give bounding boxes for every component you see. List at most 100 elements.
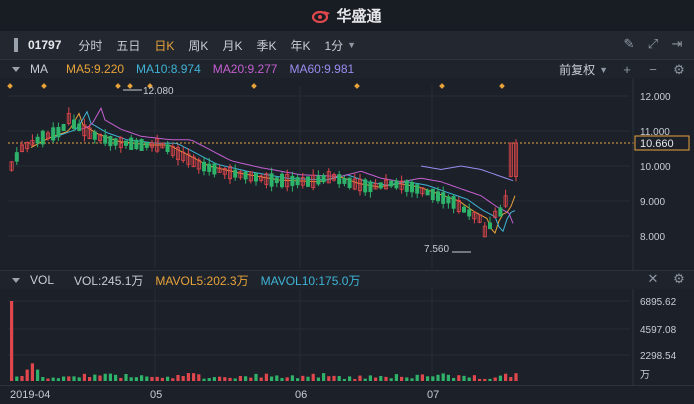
volume-bar [72, 376, 76, 381]
volume-bar [514, 373, 518, 381]
candle-body [103, 134, 108, 144]
volume-bar [103, 373, 107, 381]
volume-bar [207, 378, 211, 381]
candle-body [14, 152, 19, 162]
tab-quarterly-k[interactable]: 季K [249, 37, 283, 54]
volume-bar [259, 377, 263, 381]
volume-bar [296, 378, 300, 381]
candle-body [253, 173, 258, 182]
tab-minute[interactable]: 分时 [71, 37, 109, 54]
event-marker[interactable] [115, 83, 121, 89]
volume-bar [181, 376, 185, 381]
candle-body [342, 178, 347, 184]
candle-body [347, 177, 352, 189]
volume-bar [457, 375, 461, 381]
candle-body [451, 196, 456, 209]
volume-bar [270, 376, 274, 381]
candle-body [113, 138, 118, 146]
period-toolbar: 01797 分时 五日 日K 周K 月K 季K 年K 1分 ▼ ✎ ⤢ ⇥ [0, 31, 694, 60]
event-marker[interactable] [7, 83, 13, 89]
add-indicator-icon[interactable]: + [620, 62, 634, 77]
tab-daily-k[interactable]: 日K [147, 37, 181, 54]
candle-body [129, 137, 134, 150]
event-marker[interactable] [499, 83, 505, 89]
event-marker[interactable] [41, 83, 47, 89]
volume-bar [337, 376, 341, 381]
volume-bar [446, 374, 450, 381]
candle-body [233, 169, 238, 178]
volume-bar [342, 378, 346, 381]
candle-body [305, 176, 310, 187]
ma5-value: MA5:9.220 [66, 62, 125, 76]
volume-bar [93, 374, 97, 381]
volume-bar [504, 373, 508, 381]
volume-bar [46, 378, 50, 381]
close-icon[interactable]: ✕ [646, 272, 660, 286]
volume-bar [467, 377, 471, 381]
tab-weekly-k[interactable]: 周K [181, 37, 215, 54]
candle-body [269, 173, 274, 187]
volume-bar [25, 369, 29, 381]
candle-body [144, 142, 149, 148]
indicator-label[interactable]: MA [30, 62, 48, 76]
vol-axis: 6895.62 4597.08 2298.54 万 [632, 289, 677, 385]
volume-bar [171, 378, 175, 381]
candle-body [378, 182, 383, 189]
candle-body [165, 144, 170, 152]
volume-bars [10, 301, 518, 381]
stock-code: 01797 [28, 38, 62, 52]
event-marker[interactable] [127, 83, 133, 89]
collapse-triangle-icon[interactable] [12, 66, 20, 72]
settings-gear-icon[interactable]: ⚙ [672, 62, 686, 77]
vol-indicator-label[interactable]: VOL [30, 273, 54, 287]
volume-bar [400, 376, 404, 381]
volume-bar [62, 376, 66, 381]
current-price-value: 10.660 [640, 138, 674, 150]
vol-tick-low: 2298.54 [640, 351, 677, 362]
volume-bar [166, 376, 170, 381]
event-marker[interactable] [251, 83, 257, 89]
volume-bar [145, 376, 149, 381]
volume-bar [228, 377, 232, 381]
event-marker[interactable] [354, 83, 360, 89]
volume-bar [483, 378, 487, 381]
draw-pen-icon[interactable]: ✎ [622, 37, 636, 51]
volume-chart[interactable]: 6895.62 4597.08 2298.54 万 [0, 289, 694, 385]
volume-bar [218, 376, 222, 381]
vol-legend-bar: VOL VOL:245.1万 MAVOL5:202.3万 MAVOL10:175… [0, 270, 694, 289]
candle-body [35, 136, 40, 144]
tab-yearly-k[interactable]: 年K [283, 37, 317, 54]
volume-bar [129, 377, 133, 381]
chevron-down-icon: ▼ [599, 64, 608, 75]
tab-monthly-k[interactable]: 月K [215, 37, 249, 54]
volume-bar [82, 373, 86, 381]
candle-body [425, 189, 430, 196]
volume-bar [290, 375, 294, 381]
volume-bar [420, 374, 424, 381]
collapse-panel-icon[interactable]: ⇥ [670, 37, 684, 51]
volume-bar [30, 363, 34, 381]
volume-bar [186, 373, 190, 381]
minus-indicator-icon[interactable]: − [646, 62, 660, 77]
candle-body [201, 161, 206, 172]
date-axis: 2019-04 05 06 07 [0, 385, 694, 404]
vol-tick-mid: 4597.08 [640, 325, 677, 336]
vol-unit: 万 [640, 370, 650, 381]
adjust-select[interactable]: 前复权 ▼ [559, 61, 608, 78]
candlestick-chart[interactable]: 12.080 7.560 12.000 11.000 10.000 9.000 … [0, 78, 694, 270]
settings-gear-icon[interactable]: ⚙ [672, 272, 686, 286]
event-marker[interactable] [439, 83, 445, 89]
volume-bar [426, 376, 430, 381]
fullscreen-icon[interactable]: ⤢ [646, 37, 660, 51]
adjust-select-value: 前复权 [559, 63, 596, 77]
app-logo: 华盛通 [312, 5, 382, 26]
collapse-triangle-icon[interactable] [12, 277, 20, 283]
tab-five-day[interactable]: 五日 [109, 37, 147, 54]
drag-handle-icon[interactable] [14, 38, 18, 52]
volume-bar [379, 376, 383, 381]
volume-bar [410, 378, 414, 381]
period-select[interactable]: 1分 ▼ [317, 37, 363, 54]
price-tick-10: 10.000 [640, 162, 671, 173]
candle-body [108, 136, 113, 147]
volume-bar [452, 377, 456, 381]
